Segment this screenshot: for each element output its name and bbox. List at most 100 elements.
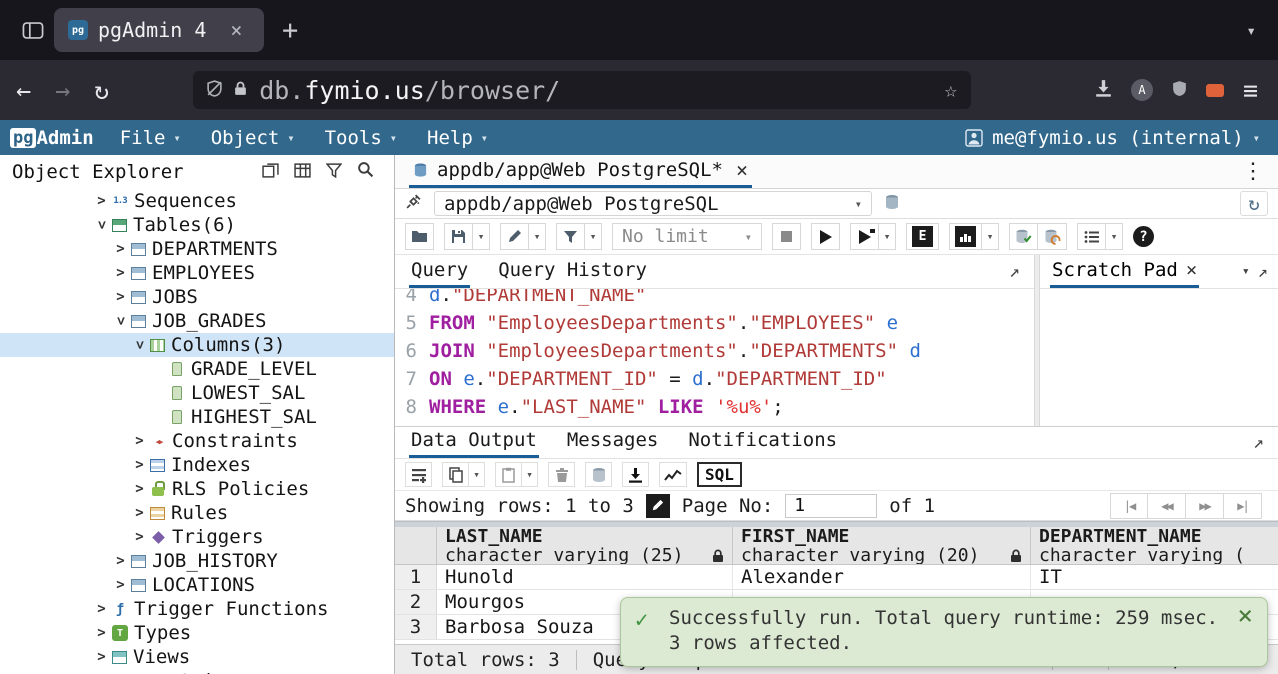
tree-item-columns-3-[interactable]: >Columns(3) (0, 333, 394, 357)
delete-rows-button[interactable] (548, 462, 575, 487)
tree-item-locations[interactable]: >LOCATIONS (0, 573, 394, 597)
filter-options-button[interactable]: ▾ (585, 223, 602, 250)
add-row-button[interactable] (405, 462, 432, 487)
connection-status-icon[interactable] (405, 193, 422, 214)
tree-expand-icon[interactable]: > (93, 193, 110, 209)
download-icon[interactable] (1095, 79, 1112, 101)
pgadmin-logo[interactable]: pgAdmin (10, 127, 94, 149)
tree-expand-icon[interactable]: > (93, 601, 110, 617)
execute-script-button[interactable] (850, 223, 879, 250)
visualize-button[interactable] (659, 462, 687, 487)
tab-data-output[interactable]: Data Output (409, 426, 539, 458)
browser-view-icon[interactable] (22, 22, 44, 39)
new-tab-button[interactable]: + (282, 15, 298, 46)
limit-select[interactable]: No limit ▾ (612, 223, 762, 250)
bookmark-star-icon[interactable]: ☆ (945, 78, 958, 102)
tree-item-departments[interactable]: >DEPARTMENTS (0, 237, 394, 261)
save-data-button[interactable] (585, 462, 612, 487)
tree-collapse-icon[interactable]: > (113, 313, 129, 330)
copy-options-button[interactable]: ▾ (469, 462, 485, 487)
row-number[interactable]: 3 (395, 615, 437, 639)
tree-item-rls-policies[interactable]: >RLS Policies (0, 477, 394, 501)
collapse-all-icon[interactable] (262, 161, 279, 183)
extension-shield-icon[interactable] (1172, 80, 1187, 101)
previous-page-button[interactable]: ◀◀ (1148, 493, 1186, 519)
tree-item-highest-sal[interactable]: >HIGHEST_SAL (0, 405, 394, 429)
tree-item-job-history[interactable]: >JOB_HISTORY (0, 549, 394, 573)
query-tool-tab[interactable]: appdb/app@Web PostgreSQL* × (409, 155, 752, 188)
download-results-button[interactable] (622, 462, 649, 487)
column-header-last_name[interactable]: LAST_NAMEcharacter varying (25) (437, 527, 733, 564)
grid-cell[interactable]: Alexander (733, 565, 1031, 589)
expand-scratch-icon[interactable]: ↗ (1258, 262, 1268, 282)
tree-expand-icon[interactable]: > (93, 649, 110, 665)
expand-editor-icon[interactable]: ↗ (1009, 261, 1020, 288)
tree-expand-icon[interactable]: > (131, 505, 148, 521)
tree-expand-icon[interactable]: > (112, 241, 129, 257)
grid-view-icon[interactable] (294, 161, 311, 183)
explain-options-button[interactable]: ▾ (982, 223, 999, 250)
panel-menu-dots-icon[interactable]: ⋮ (1242, 159, 1272, 184)
execute-options-button[interactable]: ▾ (879, 223, 896, 250)
tree-item-sequences[interactable]: >Sequences (0, 189, 394, 213)
open-file-button[interactable] (405, 223, 434, 250)
edit-button[interactable] (500, 223, 529, 250)
new-connection-icon[interactable] (884, 194, 900, 214)
execute-button[interactable] (811, 223, 840, 250)
cancel-query-button[interactable] (772, 223, 801, 250)
tab-list-chevron-icon[interactable]: ▾ (1246, 21, 1266, 40)
save-options-button[interactable]: ▾ (473, 223, 490, 250)
menu-object[interactable]: Object▾ (211, 127, 295, 149)
page-number-input[interactable] (785, 494, 877, 518)
tree-item-tables-6-[interactable]: >Tables(6) (0, 213, 394, 237)
tab-close-icon[interactable]: × (736, 158, 748, 182)
tree-item-indexes[interactable]: >Indexes (0, 453, 394, 477)
tree-expand-icon[interactable]: > (131, 529, 148, 545)
first-page-button[interactable]: |◀ (1110, 493, 1148, 519)
tree-collapse-icon[interactable]: > (132, 337, 148, 354)
tab-query[interactable]: Query (409, 256, 470, 288)
rollback-button[interactable] (1038, 223, 1067, 250)
lock-icon[interactable] (234, 81, 247, 100)
tree-expand-icon[interactable]: > (93, 625, 110, 641)
filter-button[interactable] (556, 223, 585, 250)
sql-editor[interactable]: 4d."DEPARTMENT_NAME"5FROM "EmployeesDepa… (395, 289, 1034, 426)
reconnect-button[interactable]: ↻ (1240, 191, 1268, 216)
expand-output-icon[interactable]: ↗ (1253, 432, 1264, 458)
search-icon[interactable] (357, 161, 374, 183)
tree-item-rules[interactable]: >Rules (0, 501, 394, 525)
toast-close-icon[interactable]: × (1237, 604, 1253, 629)
filter-icon[interactable] (326, 161, 342, 183)
tree-item-employees[interactable]: >EMPLOYEES (0, 261, 394, 285)
tree-expand-icon[interactable]: > (112, 289, 129, 305)
tree-item-jobs[interactable]: >JOBS (0, 285, 394, 309)
menu-hamburger-icon[interactable]: ≡ (1243, 76, 1258, 105)
tree-item-grade-level[interactable]: >GRADE_LEVEL (0, 357, 394, 381)
row-number[interactable]: 2 (395, 590, 437, 614)
tab-messages[interactable]: Messages (565, 426, 661, 458)
tree-item-job-grades[interactable]: >JOB_GRADES (0, 309, 394, 333)
tree-collapse-icon[interactable]: > (94, 217, 110, 234)
column-header-department_name[interactable]: DEPARTMENT_NAMEcharacter varying ( (1031, 527, 1278, 564)
row-number[interactable]: 1 (395, 565, 437, 589)
column-header-first_name[interactable]: FIRST_NAMEcharacter varying (20) (733, 527, 1031, 564)
back-button[interactable]: ← (16, 76, 31, 105)
tab-notifications[interactable]: Notifications (686, 426, 839, 458)
paste-button[interactable] (495, 462, 522, 487)
tree-item-types[interactable]: >Types (0, 621, 394, 645)
scratch-pad-tab[interactable]: Scratch Pad × (1050, 255, 1199, 288)
grid-cell[interactable]: Hunold (437, 565, 733, 589)
tree-expand-icon[interactable]: > (131, 481, 148, 497)
copy-button[interactable] (442, 462, 469, 487)
menu-tools[interactable]: Tools▾ (325, 127, 397, 149)
tree-expand-icon[interactable]: > (131, 433, 148, 449)
last-page-button[interactable]: ▶| (1224, 493, 1262, 519)
explain-button[interactable]: E (906, 223, 939, 250)
chevron-down-icon[interactable]: ▾ (1242, 264, 1250, 279)
next-page-button[interactable]: ▶▶ (1186, 493, 1224, 519)
macros-button[interactable] (1077, 223, 1106, 250)
menu-file[interactable]: File▾ (120, 127, 181, 149)
tree-expand-icon[interactable]: > (131, 457, 148, 473)
tree-item-lowest-sal[interactable]: >LOWEST_SAL (0, 381, 394, 405)
tree-item-trigger-functions[interactable]: >Trigger Functions (0, 597, 394, 621)
